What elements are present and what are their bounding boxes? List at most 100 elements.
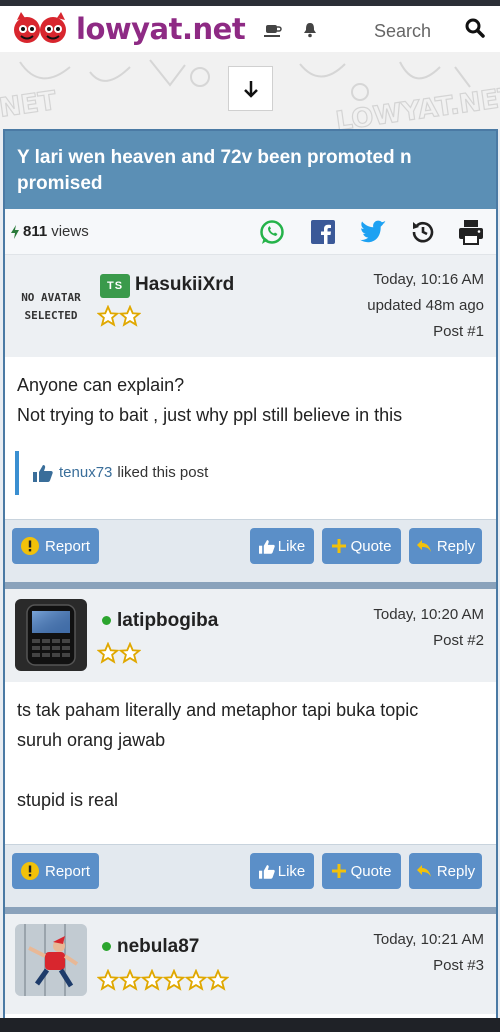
- post-header: NO AVATAR SELECTED TS HasukiiXrd Today, 1…: [5, 255, 496, 357]
- avatar[interactable]: NO AVATAR SELECTED: [15, 271, 87, 343]
- alert-icon: [20, 537, 39, 555]
- search-icon[interactable]: [465, 18, 485, 38]
- liked-by-row: tenux73 liked this post: [15, 451, 208, 495]
- star-icon: [185, 969, 207, 991]
- avatar[interactable]: [15, 924, 87, 996]
- history-icon[interactable]: [408, 217, 438, 247]
- post-meta: Today, 10:16 AM updated 48m ago Post #1: [367, 267, 484, 345]
- post-number[interactable]: Post #2: [373, 628, 484, 654]
- search-label[interactable]: Search: [374, 21, 431, 42]
- post-number[interactable]: Post #3: [373, 953, 484, 979]
- like-button[interactable]: Like: [250, 528, 314, 564]
- views-count: 811: [23, 223, 48, 240]
- star-icon: [119, 969, 141, 991]
- report-label: Report: [44, 537, 91, 555]
- bolt-icon: [11, 224, 19, 239]
- arrow-down-icon: [243, 80, 258, 98]
- post-body: ts tak paham literally and metaphor tapi…: [5, 682, 496, 844]
- post-header: nebula87 Today, 10:21 AM Post #3: [5, 914, 496, 1014]
- star-icon: [119, 642, 141, 664]
- post-actions: Report Like Quote Reply: [5, 519, 496, 575]
- avatar[interactable]: [15, 599, 87, 671]
- quote-button[interactable]: Quote: [322, 853, 401, 889]
- post-updated: updated 48m ago: [367, 297, 484, 314]
- twitter-icon[interactable]: [358, 217, 388, 247]
- post-text-line: suruh orang jawab: [17, 730, 166, 750]
- quote-button[interactable]: Quote: [322, 528, 401, 564]
- post-text-line: stupid is real: [17, 790, 119, 810]
- like-label: Like: [277, 862, 306, 880]
- svg-text:NET: NET: [0, 86, 58, 124]
- star-icon: [97, 305, 119, 327]
- online-indicator: [102, 942, 111, 952]
- post-separator: [5, 575, 496, 589]
- plus-icon: [331, 539, 346, 553]
- quote-label: Quote: [350, 862, 392, 880]
- print-icon[interactable]: [456, 217, 486, 247]
- star-icon: [97, 642, 119, 664]
- reply-icon: [416, 865, 431, 877]
- avatar-placeholder-text: NO AVATAR: [21, 291, 81, 304]
- post-time: Today, 10:16 AM: [373, 271, 484, 288]
- post-text-line: ts tak paham literally and metaphor tapi…: [17, 700, 419, 720]
- ts-badge: TS: [100, 274, 130, 298]
- star-icon: [163, 969, 185, 991]
- santa-avatar-icon: [15, 924, 87, 996]
- post-header: latipbogiba Today, 10:20 AM Post #2: [5, 589, 496, 682]
- decorative-banner: NET LOWYAT.NET: [0, 52, 500, 130]
- post-separator: [5, 900, 496, 914]
- rank-stars: [97, 969, 229, 991]
- username[interactable]: HasukiiXrd: [135, 274, 234, 296]
- username-text: latipbogiba: [117, 610, 219, 631]
- plus-icon: [331, 864, 346, 878]
- reply-button[interactable]: Reply: [409, 853, 482, 889]
- liker-name[interactable]: tenux73: [59, 458, 112, 488]
- post-body: Anyone can explain? Not trying to bait ,…: [5, 357, 496, 519]
- star-icon: [119, 305, 141, 327]
- rank-stars: [97, 305, 141, 327]
- thread-card: Y lari wen heaven and 72v been promoted …: [3, 129, 498, 1032]
- star-icon: [141, 969, 163, 991]
- username[interactable]: nebula87: [102, 936, 199, 958]
- post-actions: Report Like Quote Reply: [5, 844, 496, 900]
- whatsapp-icon[interactable]: [257, 217, 287, 247]
- quote-label: Quote: [350, 537, 392, 555]
- thumbs-up-icon: [258, 539, 275, 554]
- post-time: Today, 10:21 AM: [373, 931, 484, 948]
- report-label: Report: [44, 862, 91, 880]
- reply-label: Reply: [436, 537, 476, 555]
- thread-title: Y lari wen heaven and 72v been promoted …: [5, 131, 496, 209]
- star-icon: [207, 969, 229, 991]
- phone-avatar-icon: [15, 599, 87, 671]
- logo-text: lowyat.net: [76, 12, 246, 46]
- post-meta: Today, 10:21 AM Post #3: [373, 927, 484, 979]
- like-button[interactable]: Like: [250, 853, 314, 889]
- rank-stars: [97, 642, 141, 664]
- alert-icon: [20, 862, 39, 880]
- views-label: views: [51, 223, 89, 240]
- post-number[interactable]: Post #1: [367, 319, 484, 345]
- svg-text:LOWYAT.NET: LOWYAT.NET: [334, 82, 500, 130]
- site-logo[interactable]: lowyat.net: [12, 6, 246, 52]
- scroll-down-button[interactable]: [228, 66, 273, 111]
- navigation-bar: [0, 1018, 500, 1032]
- reply-button[interactable]: Reply: [409, 528, 482, 564]
- bell-icon[interactable]: [300, 20, 320, 40]
- report-button[interactable]: Report: [12, 853, 99, 889]
- post-text-line: Anyone can explain?: [17, 375, 185, 395]
- thread-meta-row: 811 views: [5, 209, 496, 255]
- facebook-icon[interactable]: [308, 217, 338, 247]
- report-button[interactable]: Report: [12, 528, 99, 564]
- thumbs-up-icon: [258, 864, 275, 879]
- post-text-line: Not trying to bait , just why ppl still …: [17, 405, 403, 425]
- post-text-line: [17, 755, 484, 785]
- post-meta: Today, 10:20 AM Post #2: [373, 602, 484, 654]
- avatar-placeholder-text: SELECTED: [24, 309, 78, 322]
- liked-suffix: liked this post: [117, 464, 209, 481]
- top-bar: lowyat.net Search: [0, 6, 500, 52]
- reply-label: Reply: [436, 862, 476, 880]
- coffee-icon[interactable]: [263, 20, 283, 40]
- username[interactable]: latipbogiba: [102, 610, 218, 632]
- username-text: nebula87: [117, 936, 200, 957]
- star-icon: [97, 969, 119, 991]
